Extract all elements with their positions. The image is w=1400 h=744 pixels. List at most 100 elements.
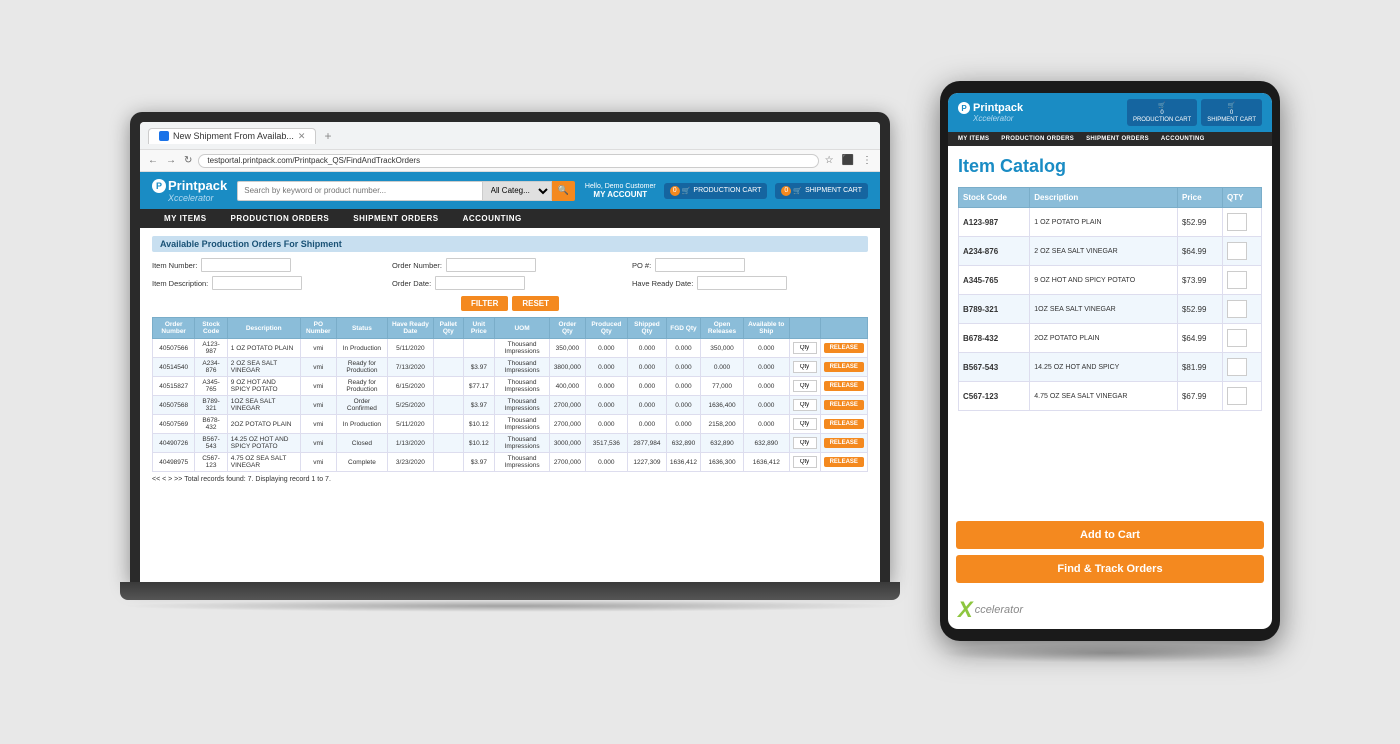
qty-field[interactable]	[793, 437, 817, 449]
order-number-cell[interactable]: 40507568	[153, 396, 195, 415]
uom-cell: Thousand Impressions	[495, 434, 550, 453]
back-btn[interactable]: ←	[146, 155, 160, 166]
release-button[interactable]: RELEASE	[824, 438, 864, 448]
tablet-nav: MY ITEMS PRODUCTION ORDERS SHIPMENT ORDE…	[948, 132, 1272, 146]
action-cell[interactable]: RELEASE	[820, 377, 867, 396]
tablet-container: P Printpack Xccelerator 🛒 0 PRODUCTION C…	[940, 81, 1280, 663]
po-number-cell: vmi	[300, 396, 336, 415]
qty-field[interactable]	[793, 361, 817, 373]
catalog-qty-input[interactable]	[1227, 387, 1247, 405]
catalog-qty-input[interactable]	[1227, 300, 1247, 318]
new-tab-icon[interactable]: +	[320, 129, 335, 143]
catalog-qty-input[interactable]	[1227, 358, 1247, 376]
release-button[interactable]: RELEASE	[824, 343, 864, 353]
action-cell[interactable]: RELEASE	[820, 339, 867, 358]
release-button[interactable]: RELEASE	[824, 381, 864, 391]
laptop-base	[120, 582, 900, 600]
tablet-production-cart-btn[interactable]: 🛒 0 PRODUCTION CART	[1127, 99, 1197, 126]
action-cell[interactable]: RELEASE	[820, 358, 867, 377]
order-number-input[interactable]	[446, 258, 536, 272]
item-desc-input[interactable]	[212, 276, 302, 290]
catalog-qty-cell[interactable]	[1222, 266, 1261, 295]
qty-input-cell[interactable]	[789, 434, 820, 453]
ready-date-cell: 5/11/2020	[387, 415, 433, 434]
catalog-qty-cell[interactable]	[1222, 295, 1261, 324]
order-number-cell[interactable]: 40507569	[153, 415, 195, 434]
search-category-select[interactable]: All Categ...	[483, 181, 552, 201]
qty-input-cell[interactable]	[789, 453, 820, 472]
tablet-nav-shipment[interactable]: SHIPMENT ORDERS	[1080, 132, 1155, 146]
qty-input-cell[interactable]	[789, 396, 820, 415]
qty-input-cell[interactable]	[789, 339, 820, 358]
qty-input-cell[interactable]	[789, 377, 820, 396]
browser-tab[interactable]: New Shipment From Availab... ✕	[148, 128, 316, 144]
catalog-qty-cell[interactable]	[1222, 353, 1261, 382]
ready-date-input[interactable]	[697, 276, 787, 290]
tablet-shipment-cart-btn[interactable]: 🛒 0 SHIPMENT CART	[1201, 99, 1262, 126]
shipped-qty-cell: 0.000	[628, 377, 667, 396]
nav-my-items[interactable]: MY ITEMS	[152, 209, 219, 228]
action-cell[interactable]: RELEASE	[820, 396, 867, 415]
order-date-input[interactable]	[435, 276, 525, 290]
search-input[interactable]	[237, 181, 482, 201]
qty-input-cell[interactable]	[789, 358, 820, 377]
catalog-qty-cell[interactable]	[1222, 237, 1261, 266]
qty-input-cell[interactable]	[789, 415, 820, 434]
order-number-cell[interactable]: 40507566	[153, 339, 195, 358]
order-number-cell[interactable]: 40490726	[153, 434, 195, 453]
url-input[interactable]: testportal.printpack.com/Printpack_QS/Fi…	[198, 154, 818, 168]
fgd-qty-cell: 632,890	[666, 434, 700, 453]
release-button[interactable]: RELEASE	[824, 457, 864, 467]
cart-icon: 🛒	[682, 187, 691, 195]
po-input[interactable]	[655, 258, 745, 272]
release-button[interactable]: RELEASE	[824, 400, 864, 410]
bookmark-icon[interactable]: ☆	[823, 155, 836, 166]
qty-field[interactable]	[793, 399, 817, 411]
production-cart-btn[interactable]: 0 🛒 PRODUCTION CART	[664, 183, 768, 199]
order-number-cell[interactable]: 40514540	[153, 358, 195, 377]
nav-shipment-orders[interactable]: SHIPMENT ORDERS	[341, 209, 450, 228]
action-cell[interactable]: RELEASE	[820, 453, 867, 472]
tablet-nav-accounting[interactable]: ACCOUNTING	[1155, 132, 1211, 146]
shipment-cart-btn[interactable]: 0 🛒 SHIPMENT CART	[775, 183, 868, 199]
forward-btn[interactable]: →	[164, 155, 178, 166]
catalog-qty-input[interactable]	[1227, 242, 1247, 260]
my-account-area[interactable]: Hello, Demo Customer MY ACCOUNT	[585, 183, 656, 199]
catalog-qty-input[interactable]	[1227, 329, 1247, 347]
order-date-label: Order Date:	[392, 279, 431, 288]
search-button[interactable]: 🔍	[552, 181, 575, 201]
description-cell: 2OZ POTATO PLAIN	[227, 415, 300, 434]
col-order-qty: Order Qty	[550, 318, 585, 339]
order-number-cell[interactable]: 40498975	[153, 453, 195, 472]
qty-field[interactable]	[793, 418, 817, 430]
tab-close-icon[interactable]: ✕	[298, 131, 306, 142]
order-number-cell[interactable]: 40515827	[153, 377, 195, 396]
reload-btn[interactable]: ↻	[182, 155, 194, 166]
filter-button[interactable]: FILTER	[461, 296, 508, 311]
nav-accounting[interactable]: ACCOUNTING	[451, 209, 534, 228]
item-number-input[interactable]	[201, 258, 291, 272]
catalog-qty-input[interactable]	[1227, 213, 1247, 231]
item-number-row: Item Number:	[152, 258, 388, 272]
catalog-qty-cell[interactable]	[1222, 208, 1261, 237]
catalog-price: $73.99	[1177, 266, 1222, 295]
release-button[interactable]: RELEASE	[824, 419, 864, 429]
qty-field[interactable]	[793, 456, 817, 468]
action-cell[interactable]: RELEASE	[820, 415, 867, 434]
catalog-qty-input[interactable]	[1227, 271, 1247, 289]
tablet-nav-production[interactable]: PRODUCTION ORDERS	[995, 132, 1080, 146]
add-to-cart-button[interactable]: Add to Cart	[956, 521, 1264, 549]
extensions-icon[interactable]: ⬛	[840, 155, 856, 166]
nav-production-orders[interactable]: PRODUCTION ORDERS	[219, 209, 342, 228]
find-track-button[interactable]: Find & Track Orders	[956, 555, 1264, 583]
catalog-qty-cell[interactable]	[1222, 324, 1261, 353]
reset-button[interactable]: RESET	[512, 296, 559, 311]
tablet-nav-my-items[interactable]: MY ITEMS	[952, 132, 995, 146]
qty-field[interactable]	[793, 380, 817, 392]
menu-icon[interactable]: ⋮	[860, 155, 874, 166]
main-nav: MY ITEMS PRODUCTION ORDERS SHIPMENT ORDE…	[140, 209, 880, 228]
qty-field[interactable]	[793, 342, 817, 354]
catalog-qty-cell[interactable]	[1222, 382, 1261, 411]
action-cell[interactable]: RELEASE	[820, 434, 867, 453]
release-button[interactable]: RELEASE	[824, 362, 864, 372]
